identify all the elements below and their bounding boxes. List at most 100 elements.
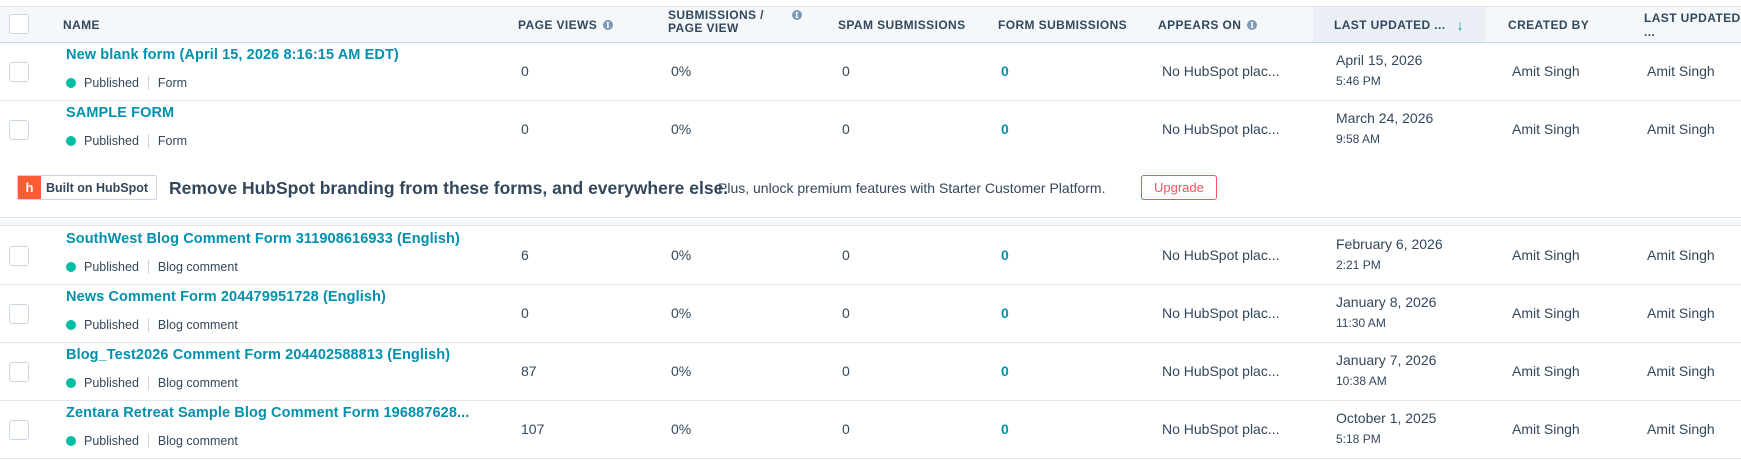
form-name-link[interactable]: News Comment Form 204479951728 (English) [66, 289, 386, 305]
submission-rate-value: 0% [671, 121, 692, 137]
built-on-hubspot-badge: h Built on HubSpot [17, 175, 158, 200]
appears-on-value: No HubSpot plac... [1162, 247, 1280, 263]
status-dot-icon [66, 320, 76, 330]
form-submissions-link[interactable]: 0 [1001, 305, 1009, 321]
table-row: SAMPLE FORM Published Form 0 0% 0 0 No Hu… [0, 101, 1741, 159]
column-header-spam-submissions[interactable]: SPAM SUBMISSIONS [838, 7, 966, 42]
last-updated-time: 11:30 AM [1336, 316, 1386, 330]
banner-divider [0, 220, 1741, 226]
last-updated-by-value: Amit Singh [1647, 63, 1715, 79]
form-submissions-link[interactable]: 0 [1001, 247, 1009, 263]
row-checkbox[interactable] [9, 120, 29, 140]
info-icon[interactable]: i [791, 10, 802, 20]
row-checkbox[interactable] [9, 362, 29, 382]
info-icon[interactable]: i [1247, 19, 1258, 30]
form-name-link[interactable]: Zentara Retreat Sample Blog Comment Form… [66, 405, 469, 421]
form-status: Published Blog comment [66, 376, 238, 390]
form-name-link[interactable]: Blog_Test2026 Comment Form 204402588813 … [66, 347, 450, 363]
status-dot-icon [66, 436, 76, 446]
form-name-link[interactable]: SouthWest Blog Comment Form 311908616933… [66, 231, 460, 247]
form-submissions-link[interactable]: 0 [1001, 63, 1009, 79]
banner-title: Remove HubSpot branding from these forms… [169, 178, 729, 198]
spam-submissions-value: 0 [842, 247, 850, 263]
last-updated-by-value: Amit Singh [1647, 121, 1715, 137]
column-header-form-submissions[interactable]: FORM SUBMISSIONS [998, 7, 1127, 42]
banner-text: Plus, unlock premium features with Start… [718, 180, 1106, 196]
table-row: SouthWest Blog Comment Form 311908616933… [0, 227, 1741, 285]
spam-submissions-value: 0 [842, 363, 850, 379]
branding-banner: h Built on HubSpot Remove HubSpot brandi… [0, 158, 1741, 218]
last-updated-date: January 7, 2026 [1336, 352, 1437, 368]
column-header-name[interactable]: NAME [63, 7, 100, 42]
last-updated-time: 5:18 PM [1336, 432, 1381, 446]
form-status: Published Form [66, 76, 187, 90]
table-row: Blog_Test2026 Comment Form 204402588813 … [0, 343, 1741, 401]
form-submissions-link[interactable]: 0 [1001, 421, 1009, 437]
created-by-value: Amit Singh [1512, 121, 1580, 137]
submission-rate-value: 0% [671, 421, 692, 437]
upgrade-button[interactable]: Upgrade [1141, 175, 1217, 200]
appears-on-value: No HubSpot plac... [1162, 305, 1280, 321]
created-by-value: Amit Singh [1512, 305, 1580, 321]
divider [147, 318, 149, 332]
select-all-checkbox[interactable] [9, 14, 29, 34]
last-updated-by-value: Amit Singh [1647, 305, 1715, 321]
form-status: Published Blog comment [66, 318, 238, 332]
form-name-link[interactable]: SAMPLE FORM [66, 105, 174, 121]
form-name-link[interactable]: New blank form (April 15, 2026 8:16:15 A… [66, 47, 399, 63]
last-updated-date: October 1, 2025 [1336, 410, 1437, 426]
form-status: Published Form [66, 134, 187, 148]
appears-on-value: No HubSpot plac... [1162, 363, 1280, 379]
created-by-value: Amit Singh [1512, 63, 1580, 79]
row-checkbox[interactable] [9, 420, 29, 440]
last-updated-by-value: Amit Singh [1647, 247, 1715, 263]
column-header-submissions-rate[interactable]: SUBMISSIONS / PAGE VIEW i [668, 7, 802, 42]
last-updated-time: 10:38 AM [1336, 374, 1387, 388]
info-icon[interactable]: i [603, 19, 614, 30]
spam-submissions-value: 0 [842, 421, 850, 437]
spam-submissions-value: 0 [842, 305, 850, 321]
last-updated-by-value: Amit Singh [1647, 421, 1715, 437]
divider [147, 76, 149, 90]
sort-descending-icon: ↓ [1456, 17, 1464, 33]
form-submissions-link[interactable]: 0 [1001, 363, 1009, 379]
spam-submissions-value: 0 [842, 121, 850, 137]
appears-on-value: No HubSpot plac... [1162, 121, 1280, 137]
page-views-value: 0 [521, 121, 529, 137]
created-by-value: Amit Singh [1512, 363, 1580, 379]
table-row: New blank form (April 15, 2026 8:16:15 A… [0, 43, 1741, 101]
column-header-last-updated-by[interactable]: LAST UPDATED ... [1644, 7, 1741, 42]
status-dot-icon [66, 78, 76, 88]
status-dot-icon [66, 378, 76, 388]
table-row: Zentara Retreat Sample Blog Comment Form… [0, 401, 1741, 459]
row-checkbox[interactable] [9, 62, 29, 82]
form-status: Published Blog comment [66, 260, 238, 274]
divider [147, 260, 149, 274]
created-by-value: Amit Singh [1512, 421, 1580, 437]
page-views-value: 87 [521, 363, 537, 379]
column-header-created-by[interactable]: CREATED BY [1508, 7, 1589, 42]
submission-rate-value: 0% [671, 363, 692, 379]
submission-rate-value: 0% [671, 305, 692, 321]
appears-on-value: No HubSpot plac... [1162, 63, 1280, 79]
appears-on-value: No HubSpot plac... [1162, 421, 1280, 437]
submission-rate-value: 0% [671, 247, 692, 263]
last-updated-date: April 15, 2026 [1336, 52, 1423, 68]
column-header-last-updated[interactable]: LAST UPDATED ... ↓ [1313, 7, 1486, 42]
last-updated-time: 2:21 PM [1336, 258, 1381, 272]
column-header-page-views[interactable]: PAGE VIEWS i [518, 7, 614, 42]
last-updated-date: February 6, 2026 [1336, 236, 1443, 252]
last-updated-date: March 24, 2026 [1336, 110, 1434, 126]
spam-submissions-value: 0 [842, 63, 850, 79]
status-dot-icon [66, 262, 76, 272]
last-updated-by-value: Amit Singh [1647, 363, 1715, 379]
row-checkbox[interactable] [9, 304, 29, 324]
last-updated-time: 5:46 PM [1336, 74, 1381, 88]
status-dot-icon [66, 136, 76, 146]
divider [147, 134, 149, 148]
form-submissions-link[interactable]: 0 [1001, 121, 1009, 137]
last-updated-date: January 8, 2026 [1336, 294, 1437, 310]
table-row: News Comment Form 204479951728 (English)… [0, 285, 1741, 343]
column-header-appears-on[interactable]: APPEARS ON i [1158, 7, 1258, 42]
row-checkbox[interactable] [9, 246, 29, 266]
